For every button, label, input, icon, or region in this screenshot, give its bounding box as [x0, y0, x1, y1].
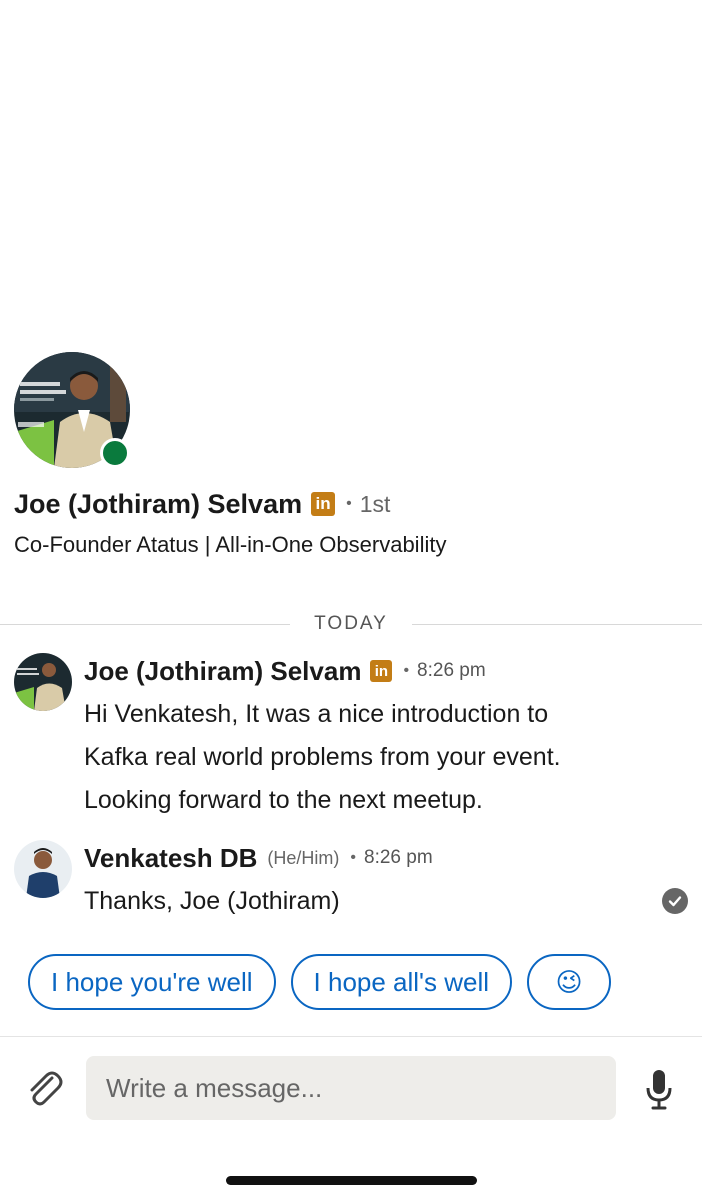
divider-line-right	[411, 623, 702, 625]
quick-reply-chip[interactable]: I hope all's well	[290, 954, 513, 1010]
quick-reply-emoji[interactable]: 😉	[527, 954, 612, 1010]
divider-line-left	[0, 623, 291, 625]
linkedin-premium-icon: in	[311, 492, 336, 516]
composer-divider	[0, 1036, 702, 1037]
message-time: 8:26 pm	[364, 847, 433, 868]
microphone-icon[interactable]	[644, 1068, 674, 1110]
message-text-line: Hi Venkatesh, It was a nice introduction…	[84, 700, 549, 728]
profile-name[interactable]: Joe (Jothiram) Selvam	[14, 489, 302, 520]
profile-header: Joe (Jothiram) Selvam in • 1st Co-Founde…	[14, 352, 688, 558]
sender-avatar[interactable]	[14, 840, 72, 898]
sender-avatar[interactable]	[14, 653, 72, 711]
connection-degree: 1st	[359, 490, 391, 517]
sender-name[interactable]: Venkatesh DB	[84, 843, 257, 874]
pronouns: (He/Him)	[267, 847, 340, 868]
profile-avatar[interactable]	[14, 352, 130, 468]
message-input[interactable]	[106, 1072, 596, 1104]
date-divider-label: TODAY	[314, 613, 388, 634]
message-time: 8:26 pm	[417, 660, 486, 681]
quick-replies: I hope you're well I hope all's well 😉	[28, 954, 612, 1010]
separator-dot: •	[346, 495, 352, 512]
date-divider: TODAY	[0, 610, 702, 638]
message-item: Venkatesh DB (He/Him) • 8:26 pm Thanks, …	[14, 840, 688, 930]
home-indicator	[226, 1176, 477, 1185]
quick-reply-chip[interactable]: I hope you're well	[28, 954, 276, 1010]
message-text-line: Kafka real world problems from your even…	[84, 743, 561, 771]
message-text-line: Looking forward to the next meetup.	[84, 786, 483, 814]
message-item: Joe (Jothiram) Selvam in • 8:26 pm Hi Ve…	[14, 653, 688, 823]
online-status-dot	[100, 438, 130, 468]
profile-headline: Co-Founder Atatus | All-in-One Observabi…	[14, 532, 447, 557]
separator-dot: •	[403, 662, 410, 679]
message-text-line: Thanks, Joe (Jothiram)	[84, 887, 340, 915]
paperclip-icon[interactable]	[22, 1066, 66, 1110]
message-input-box[interactable]	[86, 1056, 616, 1120]
separator-dot: •	[350, 849, 357, 866]
read-check-icon	[662, 888, 688, 914]
sender-name[interactable]: Joe (Jothiram) Selvam	[84, 656, 361, 687]
linkedin-premium-icon: in	[370, 660, 393, 682]
